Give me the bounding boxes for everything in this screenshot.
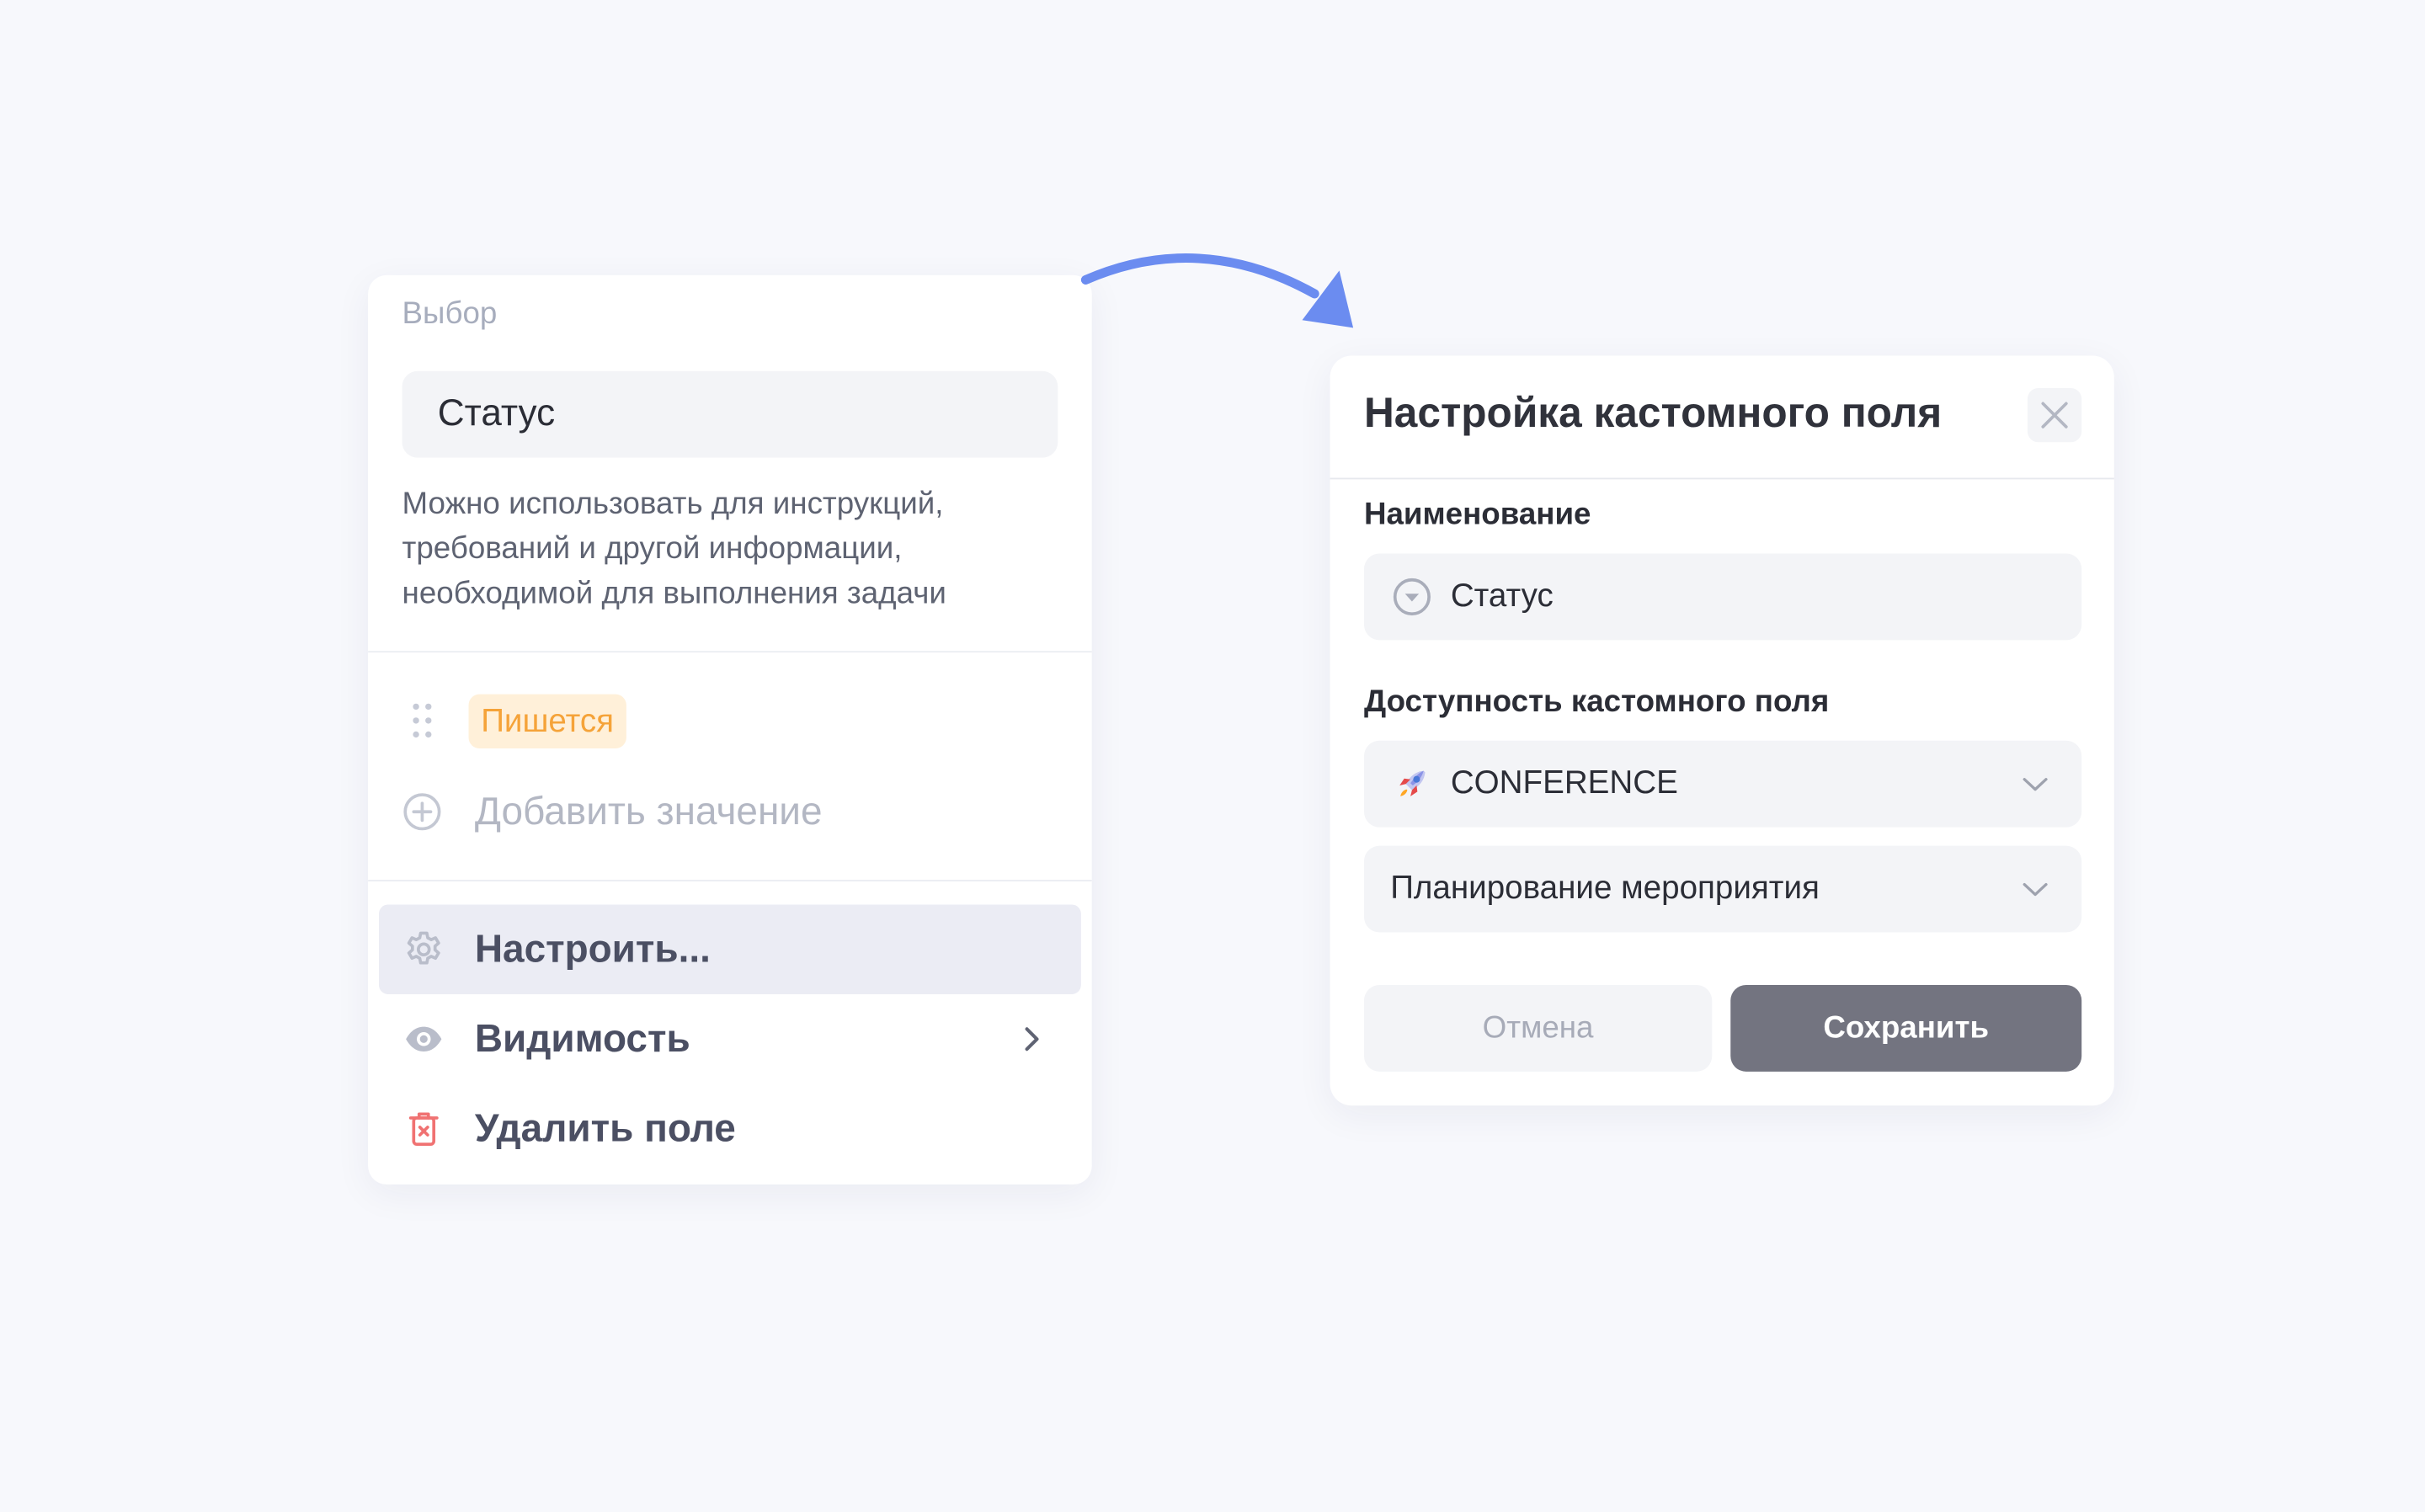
board-select[interactable]: Планирование мероприятия (1363, 845, 2082, 933)
delete-field-menu-item[interactable]: Удалить поле (379, 1084, 1081, 1174)
trash-icon (408, 1112, 439, 1146)
drag-handle-icon[interactable] (413, 703, 432, 741)
name-value: Статус (1450, 578, 1554, 615)
save-button[interactable]: Сохранить (1730, 984, 2082, 1072)
custom-field-settings-dialog: Настройка кастомного поля Наименование С… (1330, 355, 2114, 1106)
cancel-button[interactable]: Отмена (1363, 984, 1713, 1072)
project-select[interactable]: CONFERENCE (1363, 740, 2082, 828)
chevron-down-icon (2023, 778, 2048, 791)
close-button[interactable] (2027, 388, 2082, 443)
select-field-icon (1393, 578, 1431, 616)
board-value: Планирование мероприятия (1390, 870, 1820, 907)
delete-field-label: Удалить поле (474, 1106, 736, 1150)
rocket-icon (1399, 770, 1426, 796)
field-settings-menu: Выбор Статус Можно использовать для инст… (368, 274, 1092, 1185)
field-type-label: Выбор (402, 296, 498, 332)
name-label: Наименование (1363, 498, 1591, 532)
gear-icon (407, 931, 440, 965)
field-name-input[interactable]: Статус (402, 370, 1058, 458)
configure-label: Настроить... (474, 927, 711, 971)
add-value-button[interactable]: Добавить значение (402, 785, 823, 838)
visibility-label: Видимость (474, 1016, 690, 1061)
plus-circle-icon (403, 793, 441, 831)
project-value: CONFERENCE (1450, 765, 1678, 801)
field-description: Можно использовать для инструкций, требо… (402, 487, 946, 611)
configure-menu-item[interactable]: Настроить... (378, 904, 1081, 994)
value-tag[interactable]: Пишется (468, 694, 626, 748)
chevron-down-icon (2023, 882, 2048, 897)
availability-label: Доступность кастомного поля (1363, 684, 1830, 720)
chevron-right-icon (1025, 1027, 1039, 1051)
transition-arrow-icon (1080, 253, 1354, 328)
name-field[interactable]: Статус (1363, 553, 2082, 641)
divider (368, 880, 1092, 881)
dialog-title: Настройка кастомного поля (1363, 389, 1943, 436)
visibility-menu-item[interactable]: Видимость (379, 994, 1081, 1084)
close-icon (2041, 402, 2068, 429)
add-value-label: Добавить значение (474, 789, 823, 833)
eye-icon (406, 1026, 442, 1051)
divider (368, 651, 1092, 653)
divider (1330, 477, 2114, 480)
